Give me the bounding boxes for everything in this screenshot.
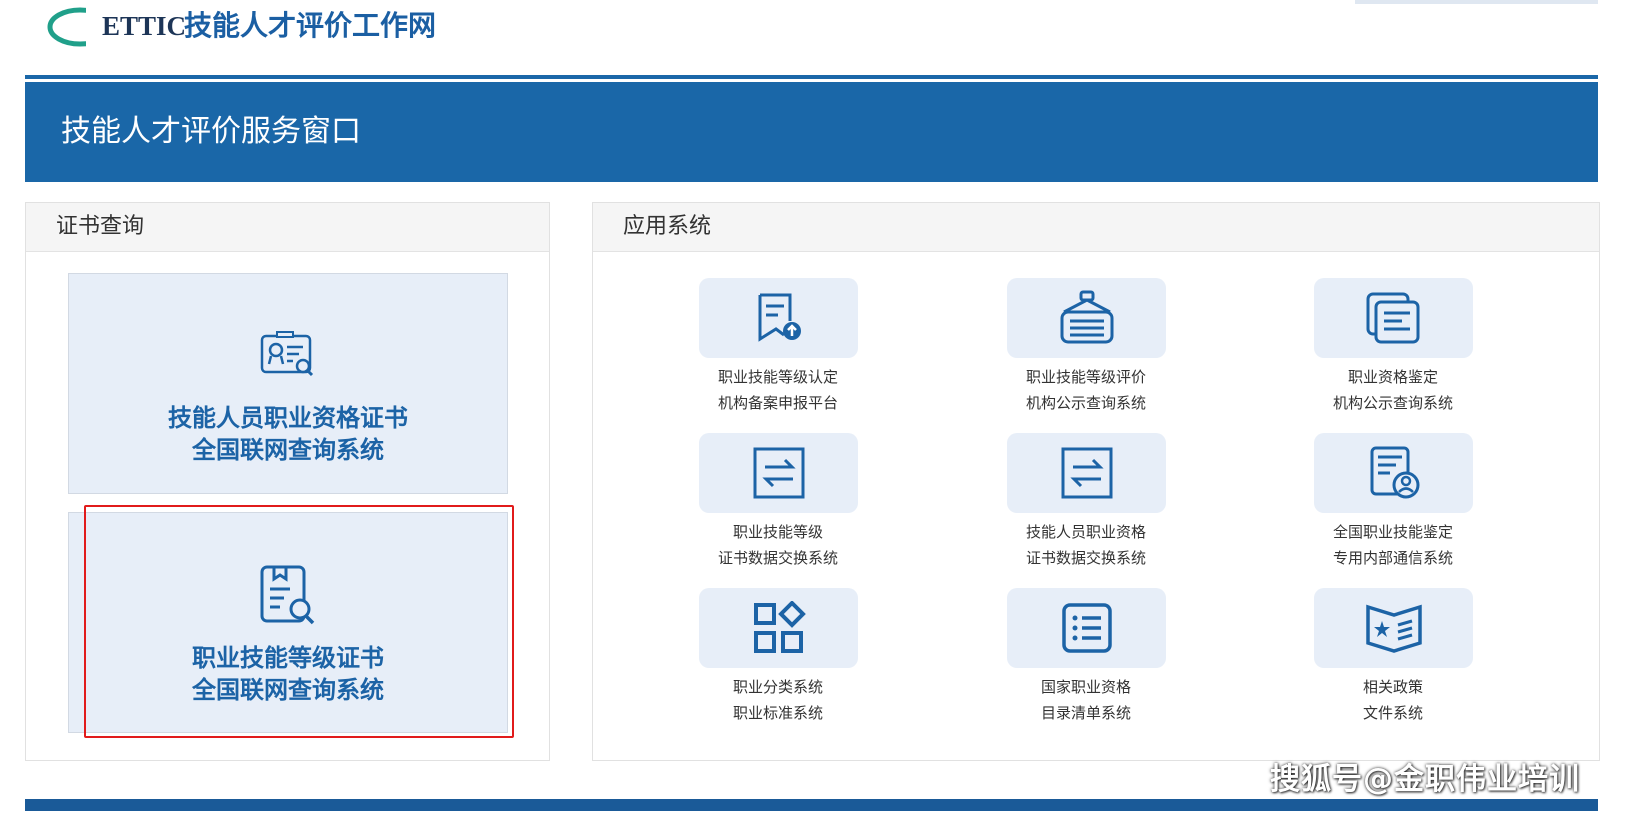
- footer-bar: [25, 799, 1598, 811]
- app-sublabel: 职业标准系统: [732, 704, 823, 722]
- app-tile: [699, 278, 858, 358]
- app-label: 职业技能等级评价: [1025, 368, 1146, 386]
- app-label: 职业技能等级认定: [717, 368, 838, 386]
- service-banner: 技能人才评价服务窗口: [25, 82, 1598, 182]
- app-tile: [1314, 433, 1473, 513]
- banner-title: 技能人才评价服务窗口: [61, 114, 361, 149]
- exchange-icon: [753, 447, 804, 499]
- app-sublabel: 证书数据交换系统: [717, 549, 838, 567]
- app-tile: [699, 433, 858, 513]
- cert-card-skill-level[interactable]: 职业技能等级证书 全国联网查询系统: [68, 512, 508, 733]
- site-title[interactable]: 技能人才评价工作网: [184, 8, 436, 44]
- app-skill-cert-exchange[interactable]: 职业技能等级 证书数据交换系统: [685, 433, 871, 583]
- app-label: 国家职业资格: [1040, 678, 1131, 696]
- cert-card-title: 技能人员职业资格证书: [168, 404, 408, 432]
- top-search-input[interactable]: [1355, 0, 1598, 4]
- app-qualification-publicity[interactable]: 职业资格鉴定 机构公示查询系统: [1300, 278, 1486, 428]
- app-qualification-cert-exchange[interactable]: 技能人员职业资格 证书数据交换系统: [993, 433, 1179, 583]
- app-tile: [1007, 278, 1166, 358]
- app-tile: [1314, 278, 1473, 358]
- cert-card-subtitle: 全国联网查询系统: [192, 436, 384, 464]
- header-divider: [25, 75, 1598, 79]
- panel-header: 应用系统: [593, 203, 1599, 252]
- app-tile: [1007, 433, 1166, 513]
- app-occupation-classification[interactable]: 职业分类系统 职业标准系统: [685, 588, 871, 738]
- certificate-search-icon: [259, 330, 317, 382]
- app-certification-filing[interactable]: 职业技能等级认定 机构备案申报平台: [685, 278, 871, 428]
- cert-card-subtitle: 全国联网查询系统: [192, 676, 384, 704]
- app-sublabel: 证书数据交换系统: [1025, 549, 1146, 567]
- logo-text: ETTIC: [102, 11, 187, 41]
- policy-book-icon: [1365, 604, 1422, 653]
- cert-card-vocational-qualification[interactable]: 技能人员职业资格证书 全国联网查询系统: [68, 273, 508, 494]
- panel-title: 证书查询: [56, 214, 145, 239]
- app-label: 相关政策: [1362, 678, 1423, 696]
- cert-card-title: 职业技能等级证书: [192, 644, 384, 672]
- app-policy-documents[interactable]: 相关政策 文件系统: [1300, 588, 1486, 738]
- category-grid-icon: [753, 601, 806, 653]
- applications-panel: 应用系统 职业技能等级认定 机构备案申报平台 职业技能等级评价 机构公示查询系统…: [592, 202, 1600, 761]
- app-tile: [699, 588, 858, 668]
- app-tile: [1314, 588, 1473, 668]
- app-sublabel: 机构备案申报平台: [717, 394, 838, 412]
- app-sublabel: 目录清单系统: [1040, 704, 1131, 722]
- app-label: 职业技能等级: [732, 523, 823, 541]
- certificate-query-panel: 证书查询 技能人员职业资格证书 全国联网查询系统 职业技能等级证书 全国联网查询…: [25, 202, 550, 761]
- app-sublabel: 文件系统: [1362, 704, 1423, 722]
- app-sublabel: 专用内部通信系统: [1332, 549, 1453, 567]
- app-tile: [1007, 588, 1166, 668]
- app-label: 职业分类系统: [732, 678, 823, 696]
- app-evaluation-publicity[interactable]: 职业技能等级评价 机构公示查询系统: [993, 278, 1179, 428]
- document-user-icon: [1370, 446, 1419, 499]
- app-label: 技能人员职业资格: [1025, 523, 1146, 541]
- app-label: 职业资格鉴定: [1347, 368, 1438, 386]
- exchange-icon: [1061, 447, 1112, 499]
- document-search-icon: [258, 563, 318, 631]
- watermark-text: 搜狐号@金职伟业培训: [1270, 762, 1580, 797]
- list-icon: [1061, 603, 1112, 653]
- panel-title: 应用系统: [623, 214, 712, 239]
- site-logo[interactable]: ETTIC: [46, 6, 186, 48]
- stacked-documents-icon: [1366, 292, 1419, 344]
- notice-board-icon: [1060, 290, 1113, 344]
- app-sublabel: 机构公示查询系统: [1332, 394, 1453, 412]
- app-internal-communication[interactable]: 全国职业技能鉴定 专用内部通信系统: [1300, 433, 1486, 583]
- app-qualification-catalog[interactable]: 国家职业资格 目录清单系统: [993, 588, 1179, 738]
- app-label: 全国职业技能鉴定: [1332, 523, 1453, 541]
- app-sublabel: 机构公示查询系统: [1025, 394, 1146, 412]
- document-upload-icon: [758, 293, 801, 342]
- panel-header: 证书查询: [26, 203, 549, 252]
